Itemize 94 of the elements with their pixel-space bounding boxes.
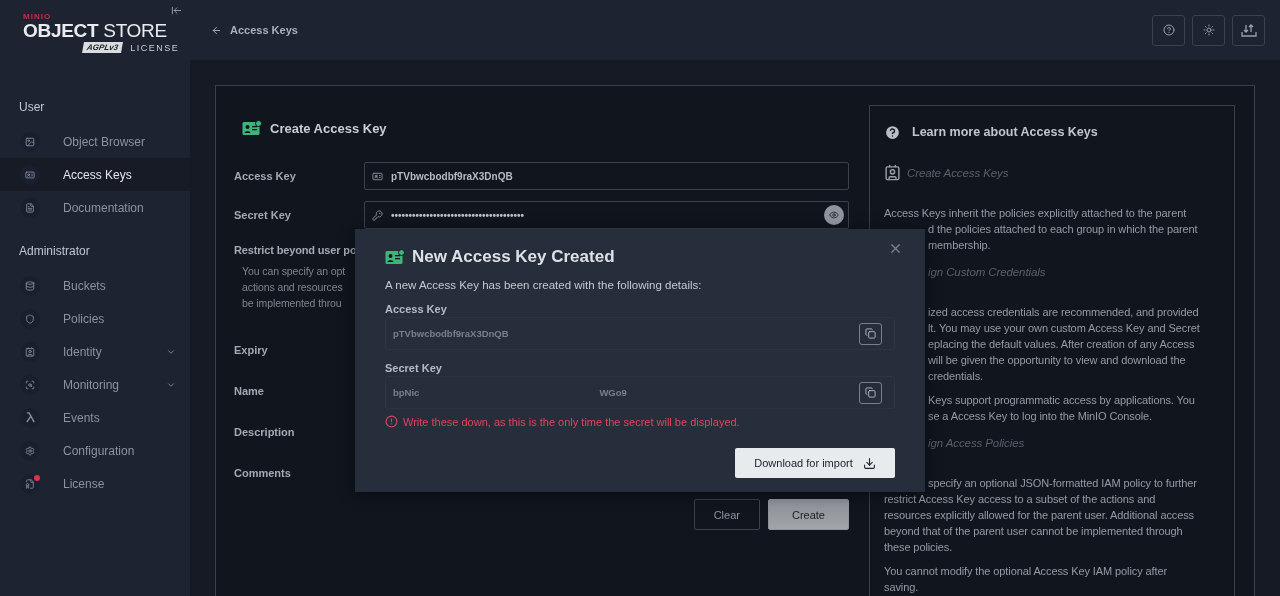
help-icon <box>1162 24 1175 36</box>
sidebar-item[interactable]: Documentation <box>0 191 190 224</box>
eye-icon <box>829 210 839 220</box>
show-password-button[interactable] <box>824 205 844 225</box>
collapse-sidebar-icon[interactable] <box>171 5 182 16</box>
lambda-icon <box>24 412 36 423</box>
field-label: Comments <box>234 466 292 479</box>
nav-icon <box>25 202 35 213</box>
id-card-icon <box>242 120 262 136</box>
sidebar-item[interactable]: Policies <box>0 302 190 335</box>
sun-icon <box>1202 24 1215 36</box>
field-label: Description <box>234 425 296 438</box>
product-name: OBJECT STORE <box>23 21 168 41</box>
help-title: Learn more about Access Keys <box>912 125 1098 139</box>
transfer-button[interactable] <box>1232 14 1265 46</box>
field-label: Name <box>234 384 265 397</box>
field-label: Expiry <box>234 343 269 356</box>
help-text: these policies. <box>884 540 953 555</box>
key-value: pTVbwcbodbf9raX3DnQB <box>393 328 509 339</box>
close-icon <box>888 241 903 256</box>
sidebar-item[interactable]: Events <box>0 401 190 434</box>
help-text: eplacing the default values. After creation of any Access <box>928 337 1195 352</box>
clear-button[interactable]: Clear <box>693 499 760 530</box>
form-title: Create Access Key <box>270 120 387 136</box>
help-text: You cannot modify the optional Access Key IAM policy after <box>884 564 1167 579</box>
help-text: lt. You may use your own custom Access Key and Secret <box>928 321 1200 336</box>
help-text: beyond that of the parent user cannot be implemented through <box>884 524 1183 539</box>
help-text: membership. <box>928 238 991 253</box>
nav-icon <box>25 478 35 489</box>
help-text: restrict Access Key access to a subset of the actions and <box>884 492 1156 507</box>
download-icon <box>862 456 876 470</box>
sidebar-item[interactable]: Identity <box>0 335 190 368</box>
field-label: Access Key <box>385 303 448 315</box>
id-card-icon <box>385 249 405 265</box>
theme-button[interactable] <box>1192 14 1225 46</box>
create-button[interactable]: Create <box>767 499 849 530</box>
copy-icon <box>865 328 876 339</box>
help-heading: Create Access Keys <box>907 165 1009 181</box>
nav-icon <box>25 280 35 291</box>
nav-icon <box>25 313 35 324</box>
edition-label: LICENSE <box>130 42 180 53</box>
key-value: bpNic <box>393 387 420 398</box>
copy-button[interactable] <box>859 322 882 345</box>
nav-icon <box>25 379 35 390</box>
field-label: Access Key <box>234 170 297 182</box>
sidebar-item[interactable]: Configuration <box>0 434 190 467</box>
help-text: saving. <box>884 580 919 595</box>
field-label: Secret Key <box>234 209 292 221</box>
sidebar-item[interactable]: Buckets <box>0 269 190 302</box>
brand-name: MINIO <box>23 12 53 21</box>
help-heading: ign Custom Credentials <box>928 265 1046 280</box>
help-text: d the policies attached to each group in which the parent <box>928 222 1198 237</box>
help-text: You can specify an opt <box>242 264 346 279</box>
nav-icon <box>25 346 35 357</box>
help-text: Keys support programmatic access by applications. You <box>928 393 1195 408</box>
key-value: WGo9 <box>599 387 627 398</box>
help-text: specify an optional JSON-formatted IAM policy to further <box>928 476 1197 491</box>
contact-card-icon <box>884 164 901 181</box>
download-button[interactable]: Download for import <box>735 448 895 478</box>
help-button[interactable] <box>1152 14 1185 46</box>
help-heading: ign Access Policies <box>928 436 1025 451</box>
back-arrow-icon <box>211 24 222 36</box>
id-card-icon <box>372 170 383 182</box>
sidebar-item[interactable]: Monitoring <box>0 368 190 401</box>
nav-icon <box>25 445 35 456</box>
help-text: credentials. <box>928 369 984 384</box>
sidebar-item[interactable]: License <box>0 467 190 500</box>
key-icon <box>372 209 383 221</box>
help-text: ized access credentials are recommended, and provided <box>928 305 1199 320</box>
copy-button[interactable] <box>859 381 882 404</box>
sidebar-item[interactable]: Access Keys <box>0 158 190 191</box>
help-text: be implemented throu <box>242 296 342 311</box>
dialog-title: New Access Key Created <box>412 247 615 267</box>
license-badge: AGPLv3 <box>82 42 124 53</box>
help-text: actions and resources <box>242 280 343 295</box>
help-text: Access Keys inherit the policies explicitly attached to the parent <box>884 206 1187 221</box>
section-title: Administrator <box>18 243 91 259</box>
help-icon <box>884 123 901 141</box>
copy-icon <box>865 387 876 398</box>
nav-icon <box>25 169 35 180</box>
sidebar-item[interactable]: Object Browser <box>0 125 190 158</box>
back-link[interactable]: Access Keys <box>211 24 298 36</box>
dialog-text: A new Access Key has been created with the following details: <box>385 279 703 291</box>
nav-icon <box>25 136 35 147</box>
alert-icon <box>385 415 398 428</box>
field-label: Secret Key <box>385 362 443 374</box>
warning-text: Write these down, as this is the only time the secret will be displayed. <box>403 415 740 428</box>
help-text: se a Access Key to log into the MinIO Console. <box>928 409 1153 424</box>
upload-download-icon <box>1240 23 1257 37</box>
section-title: User <box>18 99 46 115</box>
help-text: will be given the opportunity to view and download the <box>928 353 1186 368</box>
help-text: resources explicitly allowed for the parent user. Additional access <box>884 508 1195 523</box>
close-button[interactable] <box>888 241 903 256</box>
input-field[interactable]: pTVbwcbodbf9raX3DnQB <box>364 162 849 190</box>
